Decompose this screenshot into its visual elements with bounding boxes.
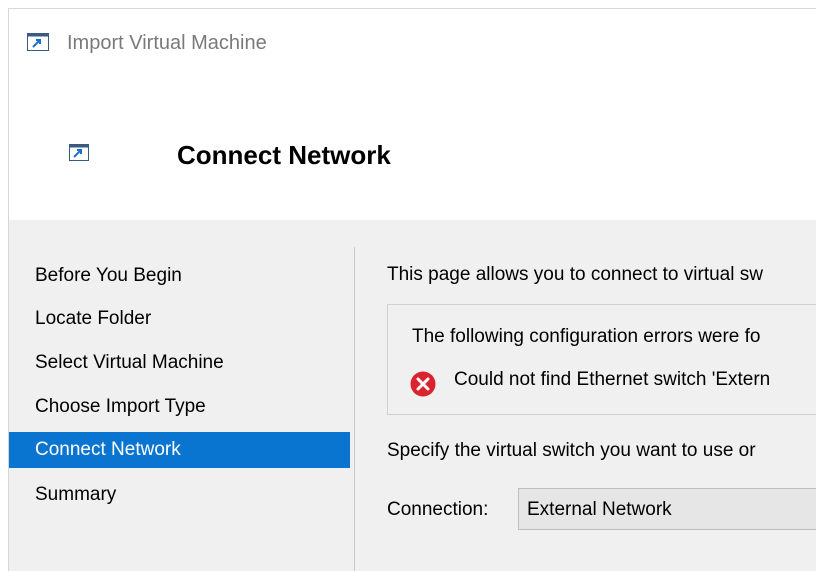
window-title: Import Virtual Machine (67, 32, 267, 54)
intro-text: This page allows you to connect to virtu… (387, 264, 763, 285)
nav-item-connect-network[interactable]: Connect Network (9, 432, 350, 468)
connection-label: Connection: (387, 499, 489, 520)
nav-item-summary[interactable]: Summary (9, 477, 350, 513)
connection-value: External Network (527, 499, 672, 520)
main-content: This page allows you to connect to virtu… (384, 220, 816, 571)
import-vm-icon (69, 144, 89, 161)
wizard-header: Connect Network (9, 69, 816, 219)
connection-dropdown[interactable]: External Network (518, 488, 816, 530)
page-title: Connect Network (177, 140, 391, 170)
specify-switch-text: Specify the virtual switch you want to u… (387, 440, 756, 461)
wizard-steps-nav: Before You Begin Locate Folder Select Vi… (9, 220, 352, 571)
nav-item-choose-import-type[interactable]: Choose Import Type (9, 389, 350, 425)
import-vm-icon (27, 33, 49, 51)
import-vm-window: Import Virtual Machine Connect Network B… (8, 8, 816, 571)
error-message: Could not find Ethernet switch 'Extern (454, 369, 771, 390)
error-icon (410, 371, 436, 397)
title-bar: Import Virtual Machine (9, 9, 816, 69)
nav-item-locate-folder[interactable]: Locate Folder (9, 301, 350, 337)
nav-divider (354, 247, 355, 571)
config-errors-box: The following configuration errors were … (387, 304, 816, 415)
errors-heading: The following configuration errors were … (412, 326, 761, 347)
nav-item-before-you-begin[interactable]: Before You Begin (9, 258, 350, 294)
wizard-body: Before You Begin Locate Folder Select Vi… (9, 220, 816, 571)
nav-item-select-virtual-machine[interactable]: Select Virtual Machine (9, 345, 350, 381)
